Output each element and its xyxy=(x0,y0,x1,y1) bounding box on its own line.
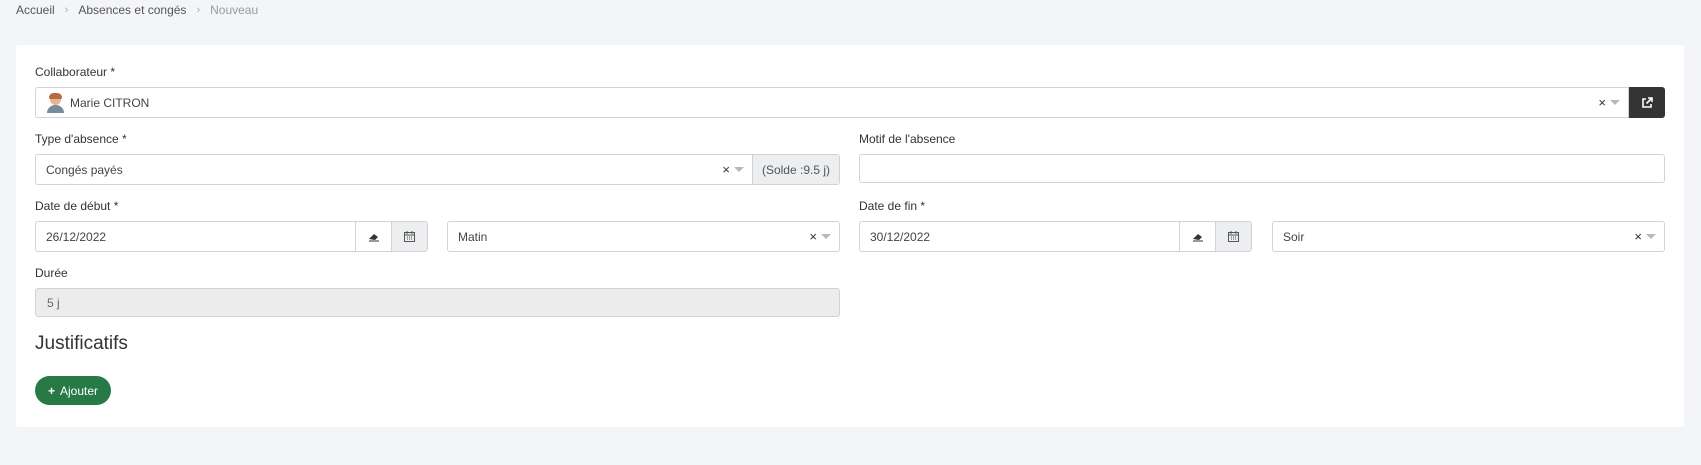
fin-period-select[interactable]: Soir × xyxy=(1272,221,1665,252)
motif-input[interactable] xyxy=(859,154,1665,183)
breadcrumb-absences-link[interactable]: Absences et congés xyxy=(78,3,186,17)
date-fin-value: 30/12/2022 xyxy=(870,229,931,244)
debut-period-value: Matin xyxy=(458,229,488,244)
breadcrumb: Accueil › Absences et congés › Nouveau xyxy=(16,3,258,17)
chevron-down-icon[interactable] xyxy=(734,167,744,172)
chevron-right-icon: › xyxy=(196,4,201,16)
collaborateur-value: Marie CITRON xyxy=(70,95,150,110)
avatar xyxy=(46,92,64,113)
duree-label: Durée xyxy=(35,266,68,280)
type-absence-label: Type d'absence * xyxy=(35,132,127,146)
fin-period-value: Soir xyxy=(1283,229,1305,244)
chevron-down-icon[interactable] xyxy=(821,234,831,239)
absence-form-card: Collaborateur * Marie CITRON × Type d'ab… xyxy=(16,45,1684,427)
collaborateur-label: Collaborateur * xyxy=(35,65,116,79)
clear-icon[interactable]: × xyxy=(722,162,730,177)
date-debut-value: 26/12/2022 xyxy=(46,229,107,244)
date-debut-field[interactable]: 26/12/2022 xyxy=(35,221,428,252)
eraser-button[interactable] xyxy=(355,222,391,251)
chevron-down-icon[interactable] xyxy=(1646,234,1656,239)
date-fin-field[interactable]: 30/12/2022 xyxy=(859,221,1252,252)
debut-period-select[interactable]: Matin × xyxy=(447,221,840,252)
calendar-button[interactable] xyxy=(391,222,427,251)
clear-icon[interactable]: × xyxy=(809,229,817,244)
eraser-icon xyxy=(1192,233,1203,241)
plus-icon: + xyxy=(47,383,55,398)
solde-badge: (Solde :9.5 j) xyxy=(752,155,839,184)
breadcrumb-current: Nouveau xyxy=(210,3,259,17)
add-justificatif-button[interactable]: + Ajouter xyxy=(35,376,111,405)
clear-icon[interactable]: × xyxy=(1634,229,1642,244)
type-absence-value: Congés payés xyxy=(46,162,123,177)
duree-value: 5 j xyxy=(47,296,60,310)
calendar-icon xyxy=(404,231,415,242)
eraser-button[interactable] xyxy=(1179,222,1215,251)
justificatifs-title: Justificatifs xyxy=(35,333,128,354)
eraser-icon xyxy=(368,233,379,241)
clear-icon[interactable]: × xyxy=(1598,95,1606,110)
calendar-button[interactable] xyxy=(1215,222,1251,251)
collaborateur-select[interactable]: Marie CITRON × xyxy=(35,87,1629,118)
duree-input: 5 j xyxy=(35,288,840,317)
external-link-icon xyxy=(1642,96,1653,108)
breadcrumb-home-link[interactable]: Accueil xyxy=(16,3,55,17)
chevron-down-icon[interactable] xyxy=(1610,100,1620,105)
date-fin-label: Date de fin * xyxy=(859,199,926,213)
calendar-icon xyxy=(1228,231,1239,242)
date-debut-label: Date de début * xyxy=(35,199,119,213)
add-button-label: Ajouter xyxy=(59,383,99,398)
motif-label: Motif de l'absence xyxy=(859,132,956,146)
open-collaborateur-button[interactable] xyxy=(1629,87,1665,118)
chevron-right-icon: › xyxy=(64,4,69,16)
type-absence-select[interactable]: Congés payés × (Solde :9.5 j) xyxy=(35,154,840,185)
